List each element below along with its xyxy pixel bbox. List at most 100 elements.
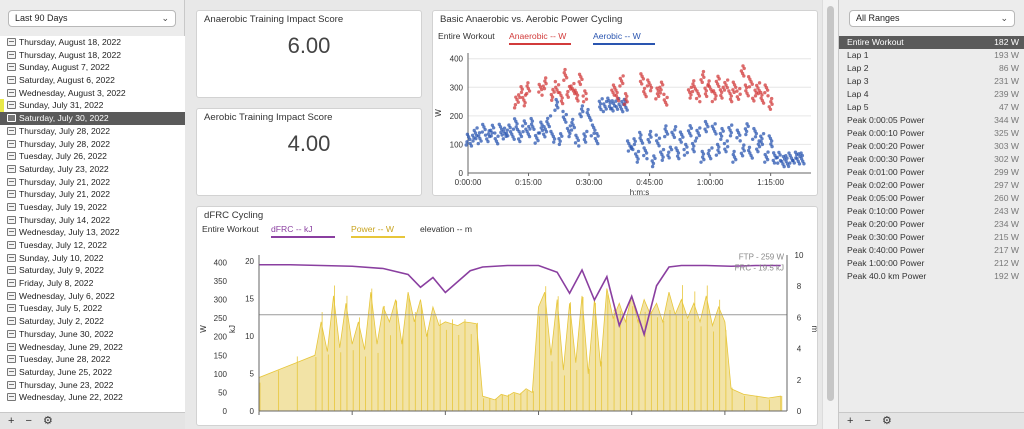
- range-list-item[interactable]: Peak 0:10:00 Power 243 W: [839, 205, 1024, 218]
- activity-list-item[interactable]: Thursday, July 21, 2022: [0, 188, 185, 201]
- activity-list-item[interactable]: Thursday, July 28, 2022: [0, 125, 185, 138]
- scatter-point: [697, 94, 702, 98]
- scatter-point: [658, 91, 662, 95]
- scatter-point: [648, 129, 653, 134]
- activity-icon: [7, 114, 16, 123]
- range-list-item[interactable]: Peak 0:00:05 Power 344 W: [839, 114, 1024, 127]
- activity-list-item[interactable]: Tuesday, July 12, 2022: [0, 239, 185, 252]
- range-list-item[interactable]: Peak 0:00:20 Power 303 W: [839, 140, 1024, 153]
- y-left-tick-label: 50: [218, 388, 227, 397]
- activity-list-item[interactable]: Saturday, July 30, 2022: [0, 112, 185, 125]
- range-label: Lap 2: [847, 63, 869, 73]
- range-list-item[interactable]: Lap 5 47 W: [839, 101, 1024, 114]
- range-list-item[interactable]: Peak 0:02:00 Power 297 W: [839, 179, 1024, 192]
- range-list-item[interactable]: Peak 0:30:00 Power 215 W: [839, 231, 1024, 244]
- add-button[interactable]: +: [8, 415, 14, 427]
- range-list-item[interactable]: Entire Workout 182 W: [839, 36, 1024, 49]
- activity-list-item[interactable]: Tuesday, July 26, 2022: [0, 150, 185, 163]
- scatter-point: [768, 107, 773, 111]
- scatter-point: [598, 102, 603, 106]
- activity-date: Tuesday, June 28, 2022: [19, 354, 111, 365]
- scatter-point: [752, 99, 756, 103]
- scatter-point: [642, 86, 647, 91]
- range-list-item[interactable]: Lap 4 239 W: [839, 88, 1024, 101]
- activity-list-item[interactable]: Saturday, July 2, 2022: [0, 315, 185, 328]
- scatter-point: [742, 66, 746, 71]
- activity-list-item[interactable]: Wednesday, August 3, 2022: [0, 87, 185, 100]
- activity-list-item[interactable]: Tuesday, July 5, 2022: [0, 302, 185, 315]
- scatter-point: [530, 119, 535, 123]
- scrollbar-thumb[interactable]: [827, 6, 834, 401]
- activity-list-item[interactable]: Saturday, July 23, 2022: [0, 163, 185, 176]
- scatter-point: [719, 134, 724, 138]
- activity-list-item[interactable]: Thursday, June 23, 2022: [0, 379, 185, 392]
- activity-list-item[interactable]: Saturday, August 6, 2022: [0, 74, 185, 87]
- scatter-point: [699, 160, 703, 164]
- remove-button[interactable]: −: [26, 415, 32, 427]
- range-list-item[interactable]: Peak 40.0 km Power 192 W: [839, 270, 1024, 283]
- range-list-item[interactable]: Lap 2 86 W: [839, 62, 1024, 75]
- x-tick-label: 0:15:00: [515, 178, 542, 187]
- scatter-point: [714, 94, 718, 98]
- scatter-point: [742, 143, 746, 147]
- period-select[interactable]: Last 90 Days ⌄: [8, 10, 176, 27]
- range-value: 47 W: [998, 102, 1019, 112]
- range-list-item[interactable]: Peak 0:01:00 Power 299 W: [839, 166, 1024, 179]
- scatter-point: [672, 135, 677, 140]
- activity-list-item[interactable]: Wednesday, June 22, 2022: [0, 391, 185, 404]
- scatter-point: [692, 79, 696, 83]
- activity-list-item[interactable]: Friday, July 8, 2022: [0, 277, 185, 290]
- range-list-item[interactable]: Peak 1:00:00 Power 212 W: [839, 257, 1024, 270]
- activity-list-item[interactable]: Thursday, July 21, 2022: [0, 176, 185, 189]
- scatter-point: [700, 80, 704, 85]
- activity-list-item[interactable]: Saturday, June 25, 2022: [0, 366, 185, 379]
- range-list-item[interactable]: Lap 3 231 W: [839, 75, 1024, 88]
- activity-icon: [7, 342, 16, 351]
- scatter-point: [677, 156, 681, 161]
- scatter-point: [766, 94, 770, 98]
- activity-date: Thursday, July 21, 2022: [19, 176, 111, 187]
- main-scrollbar[interactable]: [822, 0, 838, 429]
- scatter-point: [765, 157, 770, 162]
- activity-list-item[interactable]: Wednesday, July 13, 2022: [0, 226, 185, 239]
- scatter-point: [797, 162, 802, 166]
- range-select[interactable]: All Ranges ⌄: [849, 10, 1015, 27]
- range-list-item[interactable]: Peak 0:40:00 Power 217 W: [839, 244, 1024, 257]
- activity-list-item[interactable]: Thursday, July 28, 2022: [0, 138, 185, 151]
- gear-icon[interactable]: ⚙: [882, 415, 892, 427]
- gear-icon[interactable]: ⚙: [43, 415, 53, 427]
- scatter-point: [730, 123, 734, 127]
- y-right-tick-label: 4: [797, 345, 802, 354]
- range-list-item[interactable]: Peak 0:05:00 Power 260 W: [839, 192, 1024, 205]
- activity-list-item[interactable]: Sunday, July 31, 2022: [0, 99, 185, 113]
- activity-list-item[interactable]: Thursday, August 18, 2022: [0, 36, 185, 49]
- activity-date: Tuesday, July 12, 2022: [19, 240, 107, 250]
- scatter-point: [611, 109, 615, 113]
- scatter-point: [742, 74, 746, 78]
- range-value: 243 W: [994, 206, 1019, 216]
- scatter-point: [576, 99, 580, 103]
- range-list-item[interactable]: Lap 1 193 W: [839, 49, 1024, 62]
- y-kj-axis-label: kJ: [228, 325, 237, 333]
- activity-list-item[interactable]: Thursday, June 30, 2022: [0, 328, 185, 341]
- remove-button[interactable]: −: [865, 415, 871, 427]
- activity-list-item[interactable]: Sunday, July 10, 2022: [0, 252, 185, 265]
- activity-list-item[interactable]: Sunday, August 7, 2022: [0, 61, 185, 74]
- range-label: Peak 0:40:00 Power: [847, 245, 925, 255]
- range-list-item[interactable]: Peak 0:00:30 Power 302 W: [839, 153, 1024, 166]
- activity-list-item[interactable]: Tuesday, July 19, 2022: [0, 201, 185, 214]
- chevron-down-icon: ⌄: [1000, 13, 1008, 23]
- scatter-point: [776, 161, 780, 165]
- activity-list-item[interactable]: Wednesday, July 6, 2022: [0, 290, 185, 303]
- activity-list-item[interactable]: Tuesday, June 28, 2022: [0, 353, 185, 366]
- activity-list-item[interactable]: Saturday, July 9, 2022: [0, 264, 185, 277]
- add-button[interactable]: +: [847, 415, 853, 427]
- activity-list-item[interactable]: Thursday, July 14, 2022: [0, 214, 185, 227]
- range-list-item[interactable]: Peak 0:20:00 Power 234 W: [839, 218, 1024, 231]
- activity-date: Sunday, August 7, 2022: [19, 62, 110, 73]
- activity-list-item[interactable]: Wednesday, June 29, 2022: [0, 341, 185, 354]
- range-label: Peak 0:02:00 Power: [847, 180, 925, 190]
- range-list-item[interactable]: Peak 0:00:10 Power 325 W: [839, 127, 1024, 140]
- activity-list-item[interactable]: Thursday, August 18, 2022: [0, 49, 185, 62]
- activity-date: Sunday, July 10, 2022: [19, 252, 104, 263]
